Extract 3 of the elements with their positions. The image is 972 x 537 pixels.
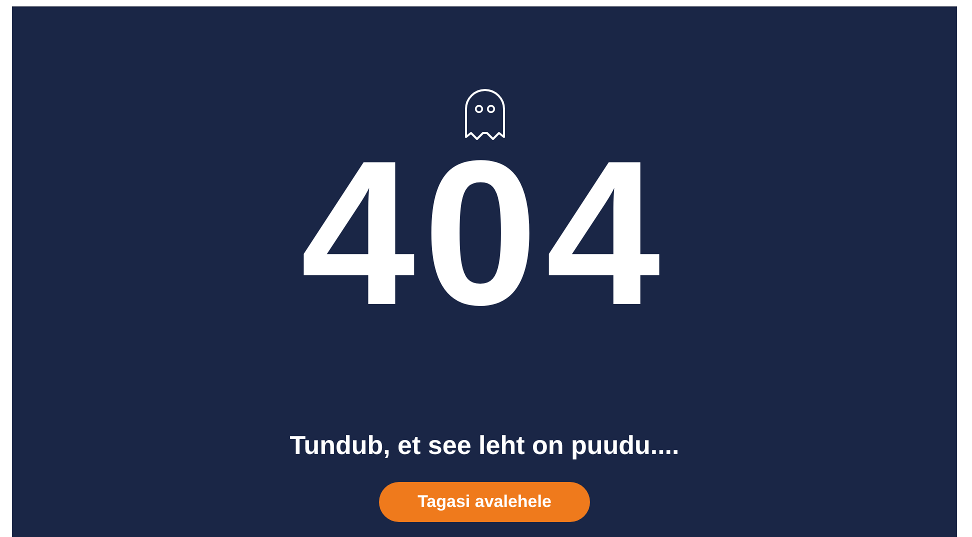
error-message: Tundub, et see leht on puudu.... [290,430,680,460]
error-code: 404 [300,149,668,316]
home-button[interactable]: Tagasi avalehele [379,482,590,522]
